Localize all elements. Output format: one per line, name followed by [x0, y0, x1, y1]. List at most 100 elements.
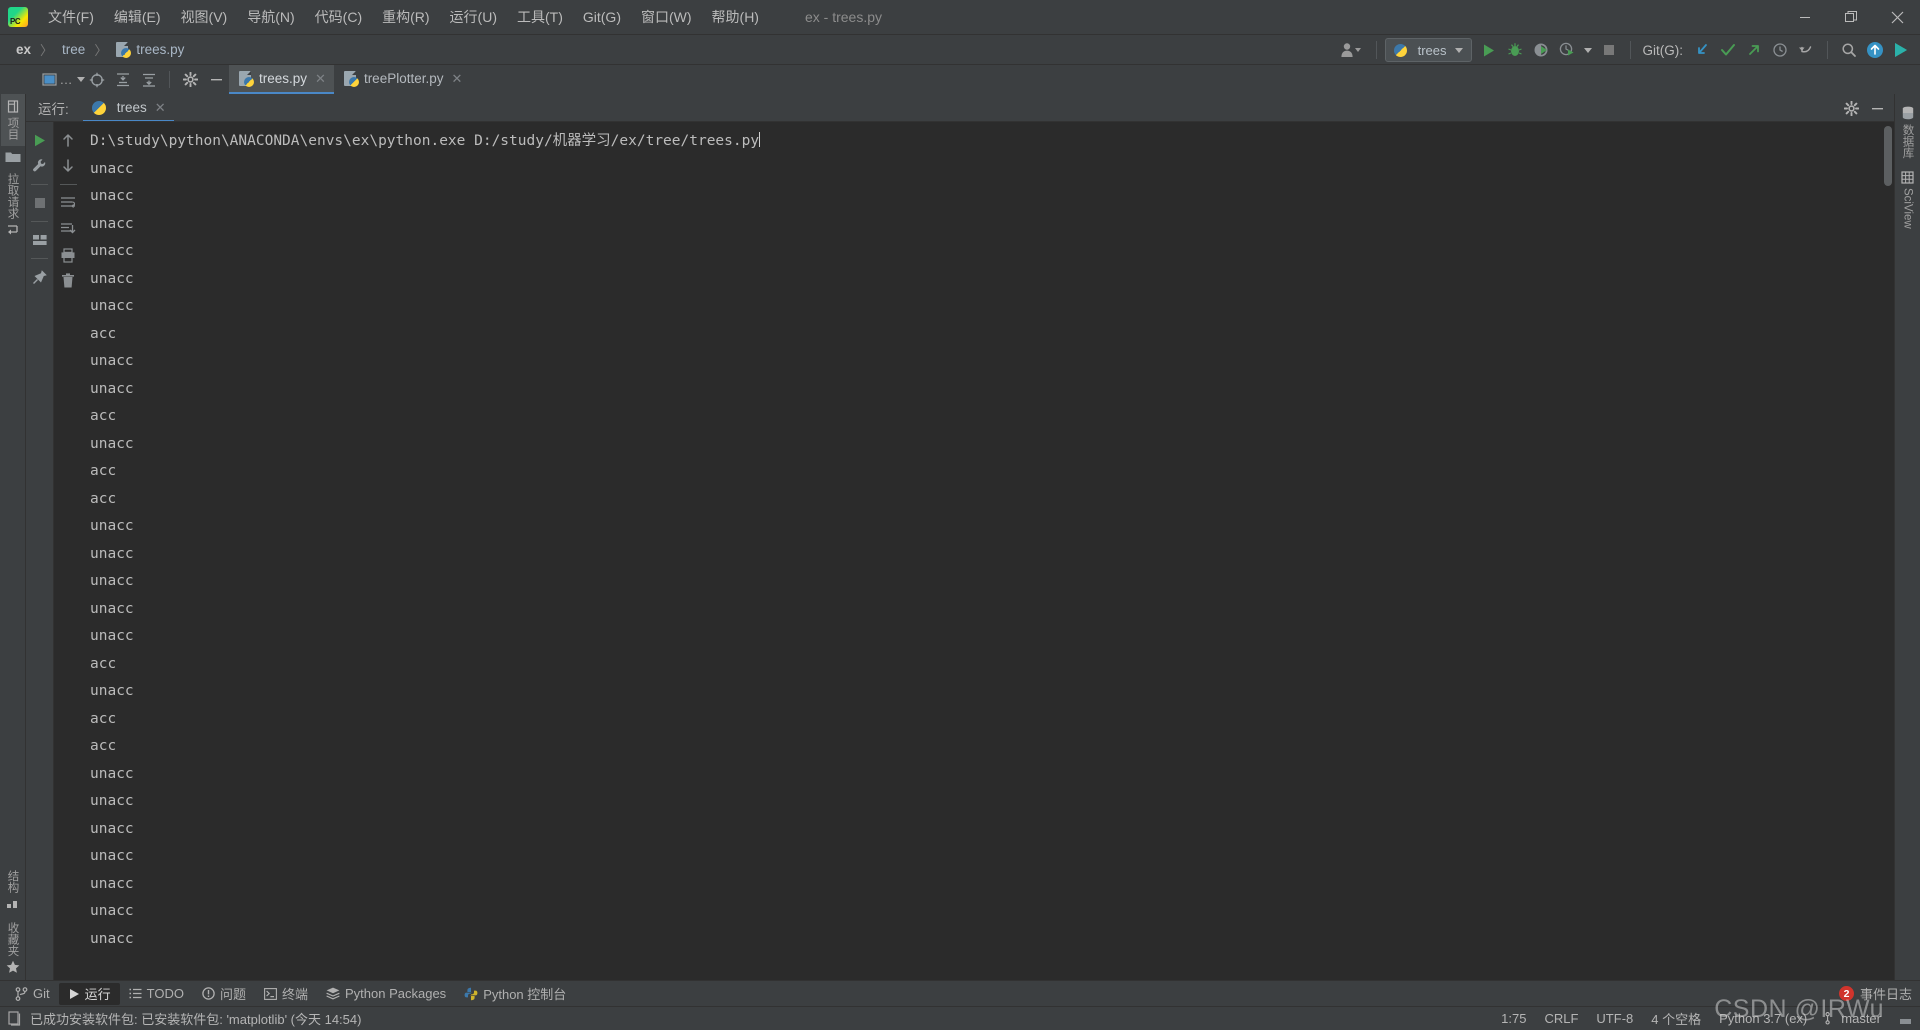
git-history-icon[interactable] — [1767, 38, 1793, 62]
git-push-icon[interactable] — [1741, 38, 1767, 62]
window-controls — [1782, 0, 1920, 34]
up-the-stack-trace-button[interactable] — [56, 128, 80, 152]
tool-button-todo[interactable]: TODO — [120, 983, 193, 1005]
sidebar-item-structure[interactable]: 结构 — [1, 864, 25, 916]
sidebar-item-project[interactable]: 项目 — [0, 94, 25, 146]
git-branch-label: master — [1841, 1011, 1881, 1026]
console-actions-toolbar — [54, 122, 82, 980]
layout-settings-button[interactable] — [28, 228, 52, 252]
rerun-button[interactable] — [28, 128, 52, 152]
layout-more-icon[interactable]: … — [60, 68, 85, 92]
run-hide-panel-icon[interactable] — [1864, 96, 1890, 120]
run-tab-close-icon[interactable]: ✕ — [155, 101, 166, 114]
notification-icon[interactable] — [8, 1011, 22, 1026]
pycharm-logo-icon — [8, 7, 28, 27]
close-button[interactable] — [1874, 0, 1920, 34]
target-icon[interactable] — [84, 68, 110, 92]
editor-tab-treeplotter[interactable]: treePlotter.py ✕ — [334, 65, 470, 94]
run-tab-trees[interactable]: trees ✕ — [82, 94, 174, 122]
menu-item-tools[interactable]: 工具(T) — [507, 3, 573, 31]
undo-icon[interactable] — [1793, 38, 1819, 62]
menu-item-help[interactable]: 帮助(H) — [702, 3, 769, 31]
caret-position[interactable]: 1:75 — [1501, 1011, 1526, 1026]
menu-item-code[interactable]: 代码(C) — [305, 3, 372, 31]
pin-tab-button[interactable] — [28, 265, 52, 289]
debug-button[interactable] — [1502, 38, 1528, 62]
soft-wrap-button[interactable] — [56, 191, 80, 215]
indent-setting[interactable]: 4 个空格 — [1651, 1009, 1701, 1028]
window-layout-icon[interactable] — [38, 68, 60, 92]
console-output[interactable]: D:\study\python\ANACONDA\envs\ex\python.… — [82, 122, 1894, 980]
breadcrumb-folder[interactable]: tree — [58, 40, 89, 59]
git-update-project-icon[interactable] — [1689, 38, 1715, 62]
event-log-label[interactable]: 事件日志 — [1860, 984, 1912, 1003]
window-title: ex - trees.py — [804, 9, 882, 25]
console-scrollbar[interactable] — [1884, 126, 1892, 186]
breadcrumb-project[interactable]: ex — [12, 40, 35, 59]
down-the-stack-trace-button[interactable] — [56, 154, 80, 178]
status-bar: 已成功安装软件包: 已安装软件包: 'matplotlib' (今天 14:54… — [0, 1006, 1920, 1030]
expand-all-icon[interactable] — [110, 68, 136, 92]
toolbar-divider — [1629, 41, 1631, 59]
console-output-line: acc — [90, 325, 117, 342]
search-everywhere-icon[interactable] — [1836, 38, 1862, 62]
user-account-icon[interactable] — [1334, 38, 1368, 62]
memory-indicator-icon[interactable] — [1899, 1012, 1912, 1025]
more-run-options-icon[interactable] — [1580, 38, 1596, 62]
toolbar-divider — [31, 221, 48, 222]
edit-configuration-button[interactable] — [28, 154, 52, 178]
editor-tab-close-icon[interactable]: ✕ — [315, 72, 326, 85]
menu-item-git[interactable]: Git(G) — [573, 5, 631, 29]
print-button[interactable] — [56, 243, 80, 267]
tool-button-git[interactable]: Git — [6, 983, 59, 1005]
sidebar-item-database[interactable]: 数据库 — [1896, 100, 1920, 165]
editor-tab-close-icon[interactable]: ✕ — [451, 72, 462, 85]
tool-button-python-packages[interactable]: Python Packages — [317, 983, 455, 1005]
menu-item-edit[interactable]: 编辑(E) — [104, 3, 171, 31]
python-interpreter[interactable]: Python 3.7 (ex) — [1719, 1011, 1807, 1026]
console-output-line: acc — [90, 710, 117, 727]
run-button[interactable] — [1476, 38, 1502, 62]
menu-item-run[interactable]: 运行(U) — [440, 3, 507, 31]
menu-item-navigate[interactable]: 导航(N) — [237, 3, 304, 31]
title-bar: 文件(F) 编辑(E) 视图(V) 导航(N) 代码(C) 重构(R) 运行(U… — [0, 0, 1920, 34]
upload-cloud-icon[interactable] — [1862, 38, 1888, 62]
stop-process-button[interactable] — [28, 191, 52, 215]
run-with-coverage-button[interactable] — [1528, 38, 1554, 62]
tool-button-terminal[interactable]: 终端 — [255, 983, 317, 1005]
collapse-all-icon[interactable] — [136, 68, 162, 92]
git-commit-icon[interactable] — [1715, 38, 1741, 62]
tool-button-label: Python 控制台 — [483, 987, 567, 1002]
run-settings-gear-icon[interactable] — [1838, 96, 1864, 120]
tool-button-python-console[interactable]: Python 控制台 — [455, 983, 575, 1005]
clear-all-button[interactable] — [56, 269, 80, 293]
menu-item-view[interactable]: 视图(V) — [171, 3, 238, 31]
breadcrumb-file[interactable]: trees.py — [112, 40, 188, 60]
git-branch-widget[interactable]: master — [1825, 1011, 1881, 1026]
profile-button[interactable] — [1554, 38, 1580, 62]
project-folder-icon[interactable] — [5, 146, 21, 167]
stop-button[interactable] — [1596, 38, 1622, 62]
settings-gear-icon[interactable] — [177, 68, 203, 92]
editor-tab-trees[interactable]: trees.py ✕ — [229, 65, 334, 94]
menu-item-file[interactable]: 文件(F) — [38, 3, 104, 31]
sidebar-item-sciview[interactable]: SciView — [1897, 165, 1918, 235]
run-configuration-selector[interactable]: trees — [1384, 38, 1472, 62]
minimize-button[interactable] — [1782, 0, 1828, 34]
tool-button-problems[interactable]: 问题 — [193, 983, 255, 1005]
tool-button-label: Git — [33, 986, 50, 1001]
status-message[interactable]: 已成功安装软件包: 已安装软件包: 'matplotlib' (今天 14:54… — [30, 1009, 361, 1028]
menu-item-window[interactable]: 窗口(W) — [631, 3, 702, 31]
scroll-to-end-button[interactable] — [56, 217, 80, 241]
line-separator[interactable]: CRLF — [1544, 1011, 1578, 1026]
sidebar-item-favorites[interactable]: 收藏夹 — [1, 916, 25, 981]
menu-item-refactor[interactable]: 重构(R) — [372, 3, 439, 31]
run-anything-icon[interactable] — [1888, 38, 1914, 62]
editor-tab-label: treePlotter.py — [363, 71, 444, 86]
hide-panel-icon[interactable] — [203, 68, 229, 92]
sidebar-item-pull-requests[interactable]: 拉取请求 — [1, 167, 25, 242]
file-encoding[interactable]: UTF-8 — [1596, 1011, 1633, 1026]
maximize-restore-button[interactable] — [1828, 0, 1874, 34]
tool-button-run[interactable]: 运行 — [58, 982, 120, 1005]
main-toolbar: trees Git(G): — [1334, 35, 1920, 65]
